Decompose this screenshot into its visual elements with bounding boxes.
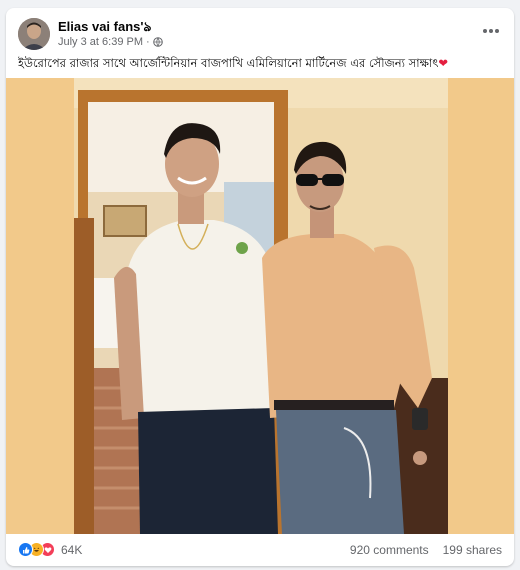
author-avatar[interactable] (18, 18, 50, 50)
post-timestamp[interactable]: July 3 at 6:39 PM (58, 36, 143, 48)
heart-emoji-icon: ❤ (438, 56, 449, 70)
shares-count[interactable]: 199 shares (443, 543, 502, 557)
post-photo-area[interactable] (6, 78, 514, 534)
more-options-icon[interactable] (478, 20, 504, 42)
post-photo[interactable] (74, 78, 448, 534)
reaction-icons (18, 542, 55, 557)
post-footer: 64K 920 comments 199 shares (6, 534, 514, 566)
comments-count[interactable]: 920 comments (350, 543, 429, 557)
post-header: Elias vai fans'ঌ July 3 at 6:39 PM · (6, 8, 514, 56)
engagement-counts: 920 comments 199 shares (350, 543, 502, 557)
reaction-count[interactable]: 64K (61, 543, 82, 557)
caption-text: ইউরোপের রাজার সাথে আর্জেন্টিনিয়ান বাজপা… (18, 56, 439, 70)
post-meta: July 3 at 6:39 PM · (58, 36, 163, 48)
reactions-summary[interactable]: 64K (18, 542, 82, 557)
feed-post: Elias vai fans'ঌ July 3 at 6:39 PM · ইউর… (6, 8, 514, 566)
like-icon (18, 542, 33, 557)
post-caption: ইউরোপের রাজার সাথে আর্জেন্টিনিয়ান বাজপা… (18, 54, 504, 72)
meta-separator: · (146, 36, 150, 48)
globe-icon[interactable] (152, 37, 163, 47)
